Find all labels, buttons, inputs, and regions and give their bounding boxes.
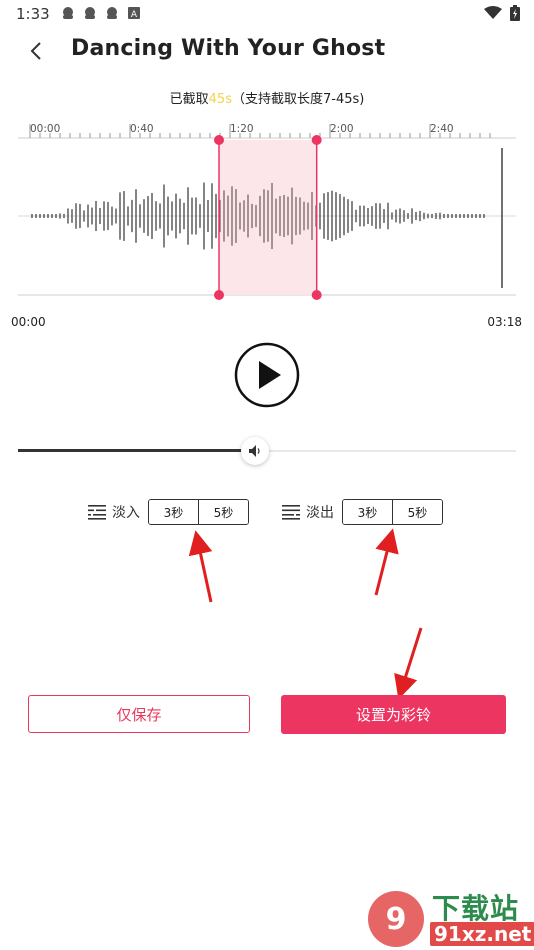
fade-in-icon: [88, 505, 106, 520]
clip-info: 已截取45s（支持截取长度7-45s): [0, 88, 534, 107]
annotation-arrow: [188, 530, 213, 603]
selection-start-top-handle[interactable]: [214, 135, 224, 145]
notification-icons: A: [60, 6, 142, 20]
app-a-icon: A: [128, 7, 140, 20]
play-button[interactable]: [234, 342, 300, 408]
waveform-editor[interactable]: 00:00 0:40 1:20 2:00 2:40: [0, 118, 534, 308]
end-time: 03:18: [487, 315, 522, 329]
selection-start-bottom-handle[interactable]: [214, 290, 224, 300]
annotation-arrow: [374, 528, 399, 596]
tick-label: 2:40: [430, 123, 454, 135]
back-button[interactable]: [22, 36, 52, 66]
volume-slider-knob[interactable]: [240, 437, 269, 465]
wifi-icon: [484, 6, 502, 19]
save-only-button[interactable]: 仅保存: [28, 695, 250, 733]
avatar-notification-icon: [107, 7, 117, 19]
fade-out-label: 淡出: [306, 505, 334, 521]
svg-text:9: 9: [386, 902, 407, 937]
clip-duration: 45s: [208, 92, 232, 107]
selection-end-top-handle[interactable]: [311, 135, 322, 145]
page-title: Dancing With Your Ghost: [71, 36, 386, 61]
fade-in-label: 淡入: [112, 505, 140, 521]
volume-fill: [18, 449, 255, 452]
fade-out-icon: [282, 505, 300, 520]
tick-label: 00:00: [30, 123, 60, 135]
watermark-top-text: 下载站: [432, 892, 520, 925]
annotation-arrow: [394, 627, 423, 700]
tick-label: 1:20: [230, 123, 254, 135]
battery-charging-icon: [510, 5, 520, 21]
clip-info-prefix: 已截取: [169, 92, 209, 107]
volume-icon: [248, 445, 260, 457]
annotation-arrows: [188, 528, 423, 700]
start-time: 00:00: [11, 315, 46, 329]
system-icons: [484, 5, 520, 21]
tick-label: 2:00: [330, 123, 354, 135]
clip-length-note: （支持截取长度7-45s): [231, 92, 365, 107]
set-ringtone-button[interactable]: 设置为彩铃: [281, 695, 506, 734]
back-arrow-icon: [30, 42, 41, 60]
status-time: 1:33: [16, 5, 50, 23]
watermark-bottom-text: 91xz.net: [430, 922, 534, 946]
svg-text:A: A: [131, 10, 138, 20]
avatar-notification-icon: [63, 7, 73, 19]
selection-end-bottom-handle[interactable]: [311, 290, 322, 300]
avatar-notification-icon: [85, 7, 95, 19]
tick-label: 0:40: [130, 123, 154, 135]
